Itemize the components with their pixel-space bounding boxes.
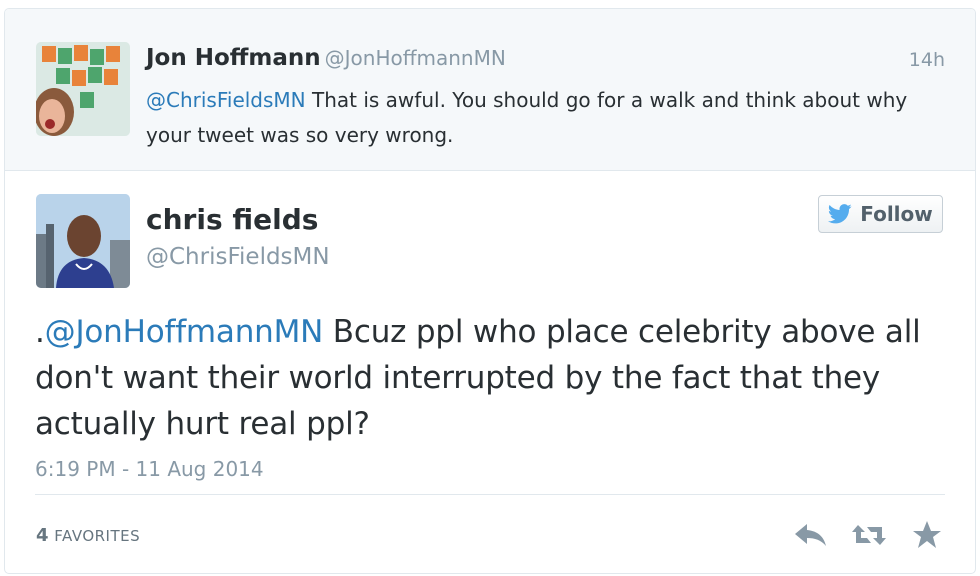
favorites-count: 4 [36,525,49,546]
favorites-stat[interactable]: 4 FAVORITES [36,525,140,546]
retweet-icon [852,525,886,545]
reply-author-name[interactable]: Jon Hoffmann [146,45,321,71]
favorite-star-icon [913,521,941,548]
follow-button[interactable]: Follow [818,195,943,233]
tweet-timestamp[interactable]: 6:19 PM - 11 Aug 2014 [35,457,264,481]
reply-author-handle[interactable]: @JonHoffmannMN [325,46,506,70]
favorites-label: FAVORITES [54,527,141,545]
reply-timestamp[interactable]: 14h [909,49,945,71]
reply-author[interactable]: Jon Hoffmann @JonHoffmannMN [146,45,506,71]
twitter-bird-icon [828,204,852,224]
follow-button-label: Follow [860,202,933,226]
tweet-mention-link[interactable]: @JonHoffmannMN [45,314,324,350]
tweet-card: Jon Hoffmann @JonHoffmannMN 14h @ChrisFie… [4,8,976,574]
tweet-prefix: . [35,314,45,350]
tweet-actions [793,517,945,553]
retweet-button[interactable] [851,517,887,553]
author-handle[interactable]: @ChrisFieldsMN [146,244,330,270]
author-avatar-image [36,194,130,288]
author-avatar[interactable] [36,194,130,288]
favorite-button[interactable] [909,517,945,553]
reply-avatar[interactable] [36,42,130,136]
reply-icon [795,524,826,546]
reply-avatar-image [36,42,130,136]
author-name[interactable]: chris fields [146,203,318,236]
reply-tweet[interactable]: Jon Hoffmann @JonHoffmannMN 14h @ChrisFie… [5,9,975,171]
reply-mention-link[interactable]: @ChrisFieldsMN [146,88,306,112]
reply-button[interactable] [793,517,829,553]
tweet-text: .@JonHoffmannMN Bcuz ppl who place celeb… [35,309,945,447]
reply-text: @ChrisFieldsMN That is awful. You should… [146,83,936,153]
divider [35,494,945,495]
